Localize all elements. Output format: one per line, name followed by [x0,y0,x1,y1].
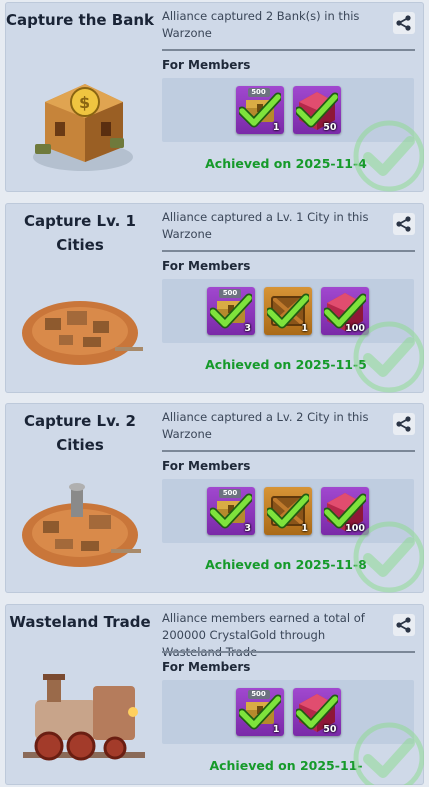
members-label: For Members [162,58,251,72]
achievement-description: Alliance captured a Lv. 2 City in this W… [162,410,369,441]
reward-quantity: 50 [323,122,337,133]
achievement-left-column: Capture the Bank $ [5,2,155,192]
reward-item-supply-crate[interactable]: 1 [264,287,312,335]
achievement-title: Capture Lv. 2 Cities [24,412,136,454]
share-icon [393,413,415,435]
achievement-left-column: Wasteland Trade [5,604,155,785]
reward-item-gold-chest[interactable]: 500 3 [207,487,255,535]
achievement-card-wasteland-trade: Wasteland Trade Alliance members earned … [5,604,424,785]
achievement-card-capture-lv1-cities: Capture Lv. 1 Cities Alliance captured a… [5,203,424,393]
steam-train-illustration [23,674,145,761]
achievement-card-capture-bank: Capture the Bank $ Alliance captured 2 B… [5,2,424,192]
achievement-title: Capture the Bank [6,11,154,29]
achievement-card-capture-lv2-cities: Capture Lv. 2 Cities Alliance captured a… [5,403,424,593]
reward-quantity: 1 [301,523,308,534]
achieved-check-watermark-icon [350,518,424,593]
share-icon [393,614,415,636]
reward-item-red-gem[interactable]: 50 [292,688,341,736]
share-button[interactable] [393,213,415,235]
members-label: For Members [162,660,251,674]
share-button[interactable] [393,614,415,636]
reward-item-red-gem[interactable]: 50 [292,86,341,134]
share-icon [393,12,415,34]
achievement-left-column: Capture Lv. 2 Cities [5,403,155,593]
reward-quantity: 50 [323,724,337,735]
city-lv2-illustration [22,483,141,567]
divider [162,450,415,452]
reward-item-supply-crate[interactable]: 1 [264,487,312,535]
bank-building-illustration: $ [33,84,133,171]
achievement-description: Alliance captured 2 Bank(s) in this Warz… [162,9,360,40]
achievement-description: Alliance members earned a total of 20000… [162,611,365,659]
achieved-check-watermark-icon [350,318,424,393]
achievement-left-column: Capture Lv. 1 Cities [5,203,155,393]
share-icon [393,213,415,235]
achievement-title: Capture Lv. 1 Cities [24,212,136,254]
share-button[interactable] [393,413,415,435]
reward-quantity: 1 [301,323,308,334]
divider [162,250,415,252]
reward-quantity: 3 [244,523,251,534]
reward-quantity: 1 [272,724,280,735]
reward-quantity: 3 [244,323,251,334]
achieved-check-watermark-icon [350,117,424,192]
city-lv1-illustration [22,301,143,365]
achievement-title: Wasteland Trade [9,613,151,631]
reward-item-gold-chest[interactable]: 500 3 [207,287,255,335]
achieved-check-watermark-icon [350,719,424,785]
achievement-description: Alliance captured a Lv. 1 City in this W… [162,210,369,241]
divider [162,651,415,653]
members-label: For Members [162,259,251,273]
reward-item-gold-chest[interactable]: 500 1 [235,86,284,134]
reward-quantity: 1 [272,122,280,133]
divider [162,49,415,51]
share-button[interactable] [393,12,415,34]
svg-text:$: $ [79,93,90,112]
members-label: For Members [162,459,251,473]
reward-item-gold-chest[interactable]: 500 1 [235,688,284,736]
